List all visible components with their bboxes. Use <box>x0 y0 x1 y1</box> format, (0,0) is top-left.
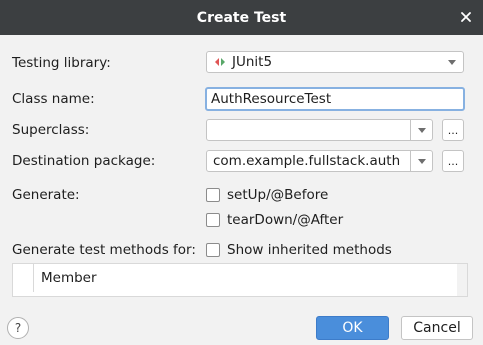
class-name-label: Class name: <box>12 91 95 107</box>
member-column-header[interactable]: Member <box>34 270 97 286</box>
generate-label: Generate: <box>12 187 80 203</box>
checkbox-box[interactable] <box>206 243 220 257</box>
superclass-browse-button[interactable]: ... <box>442 119 464 141</box>
teardown-checkbox[interactable]: tearDown/@After <box>206 210 343 230</box>
destination-package-combo[interactable]: com.example.fullstack.auth <box>206 150 433 172</box>
help-button[interactable]: ? <box>7 317 29 339</box>
generate-test-methods-label: Generate test methods for: <box>12 242 196 258</box>
superclass-label: Superclass: <box>12 122 90 138</box>
show-inherited-label: Show inherited methods <box>227 242 392 258</box>
junit-icon <box>207 57 226 67</box>
setup-checkbox-label: setUp/@Before <box>227 187 329 203</box>
checkbox-box[interactable] <box>206 213 220 227</box>
select-all-column[interactable] <box>13 264 34 292</box>
class-name-input[interactable] <box>205 87 465 111</box>
checkbox-box[interactable] <box>206 188 220 202</box>
members-table[interactable]: Member <box>12 263 468 297</box>
destination-package-label: Destination package: <box>12 153 156 169</box>
close-icon[interactable] <box>457 8 475 26</box>
superclass-combo[interactable] <box>206 119 433 141</box>
members-table-header: Member <box>13 264 457 292</box>
vertical-scrollbar[interactable] <box>457 264 467 296</box>
ok-button[interactable]: OK <box>316 316 389 340</box>
testing-library-label: Testing library: <box>12 55 111 71</box>
dialog-title: Create Test <box>196 9 287 26</box>
chevron-down-icon[interactable] <box>410 120 432 140</box>
chevron-down-icon[interactable] <box>410 151 432 171</box>
testing-library-select[interactable]: JUnit5 <box>206 51 464 73</box>
teardown-checkbox-label: tearDown/@After <box>227 212 344 228</box>
testing-library-value: JUnit5 <box>232 54 273 70</box>
dialog-title-bar: Create Test <box>0 0 483 35</box>
cancel-button[interactable]: Cancel <box>401 316 473 340</box>
chevron-down-icon <box>441 52 463 72</box>
destination-package-browse-button[interactable]: ... <box>442 150 464 172</box>
destination-package-value: com.example.fullstack.auth <box>213 153 401 169</box>
show-inherited-checkbox[interactable]: Show inherited methods <box>206 240 392 260</box>
setup-checkbox[interactable]: setUp/@Before <box>206 185 328 205</box>
